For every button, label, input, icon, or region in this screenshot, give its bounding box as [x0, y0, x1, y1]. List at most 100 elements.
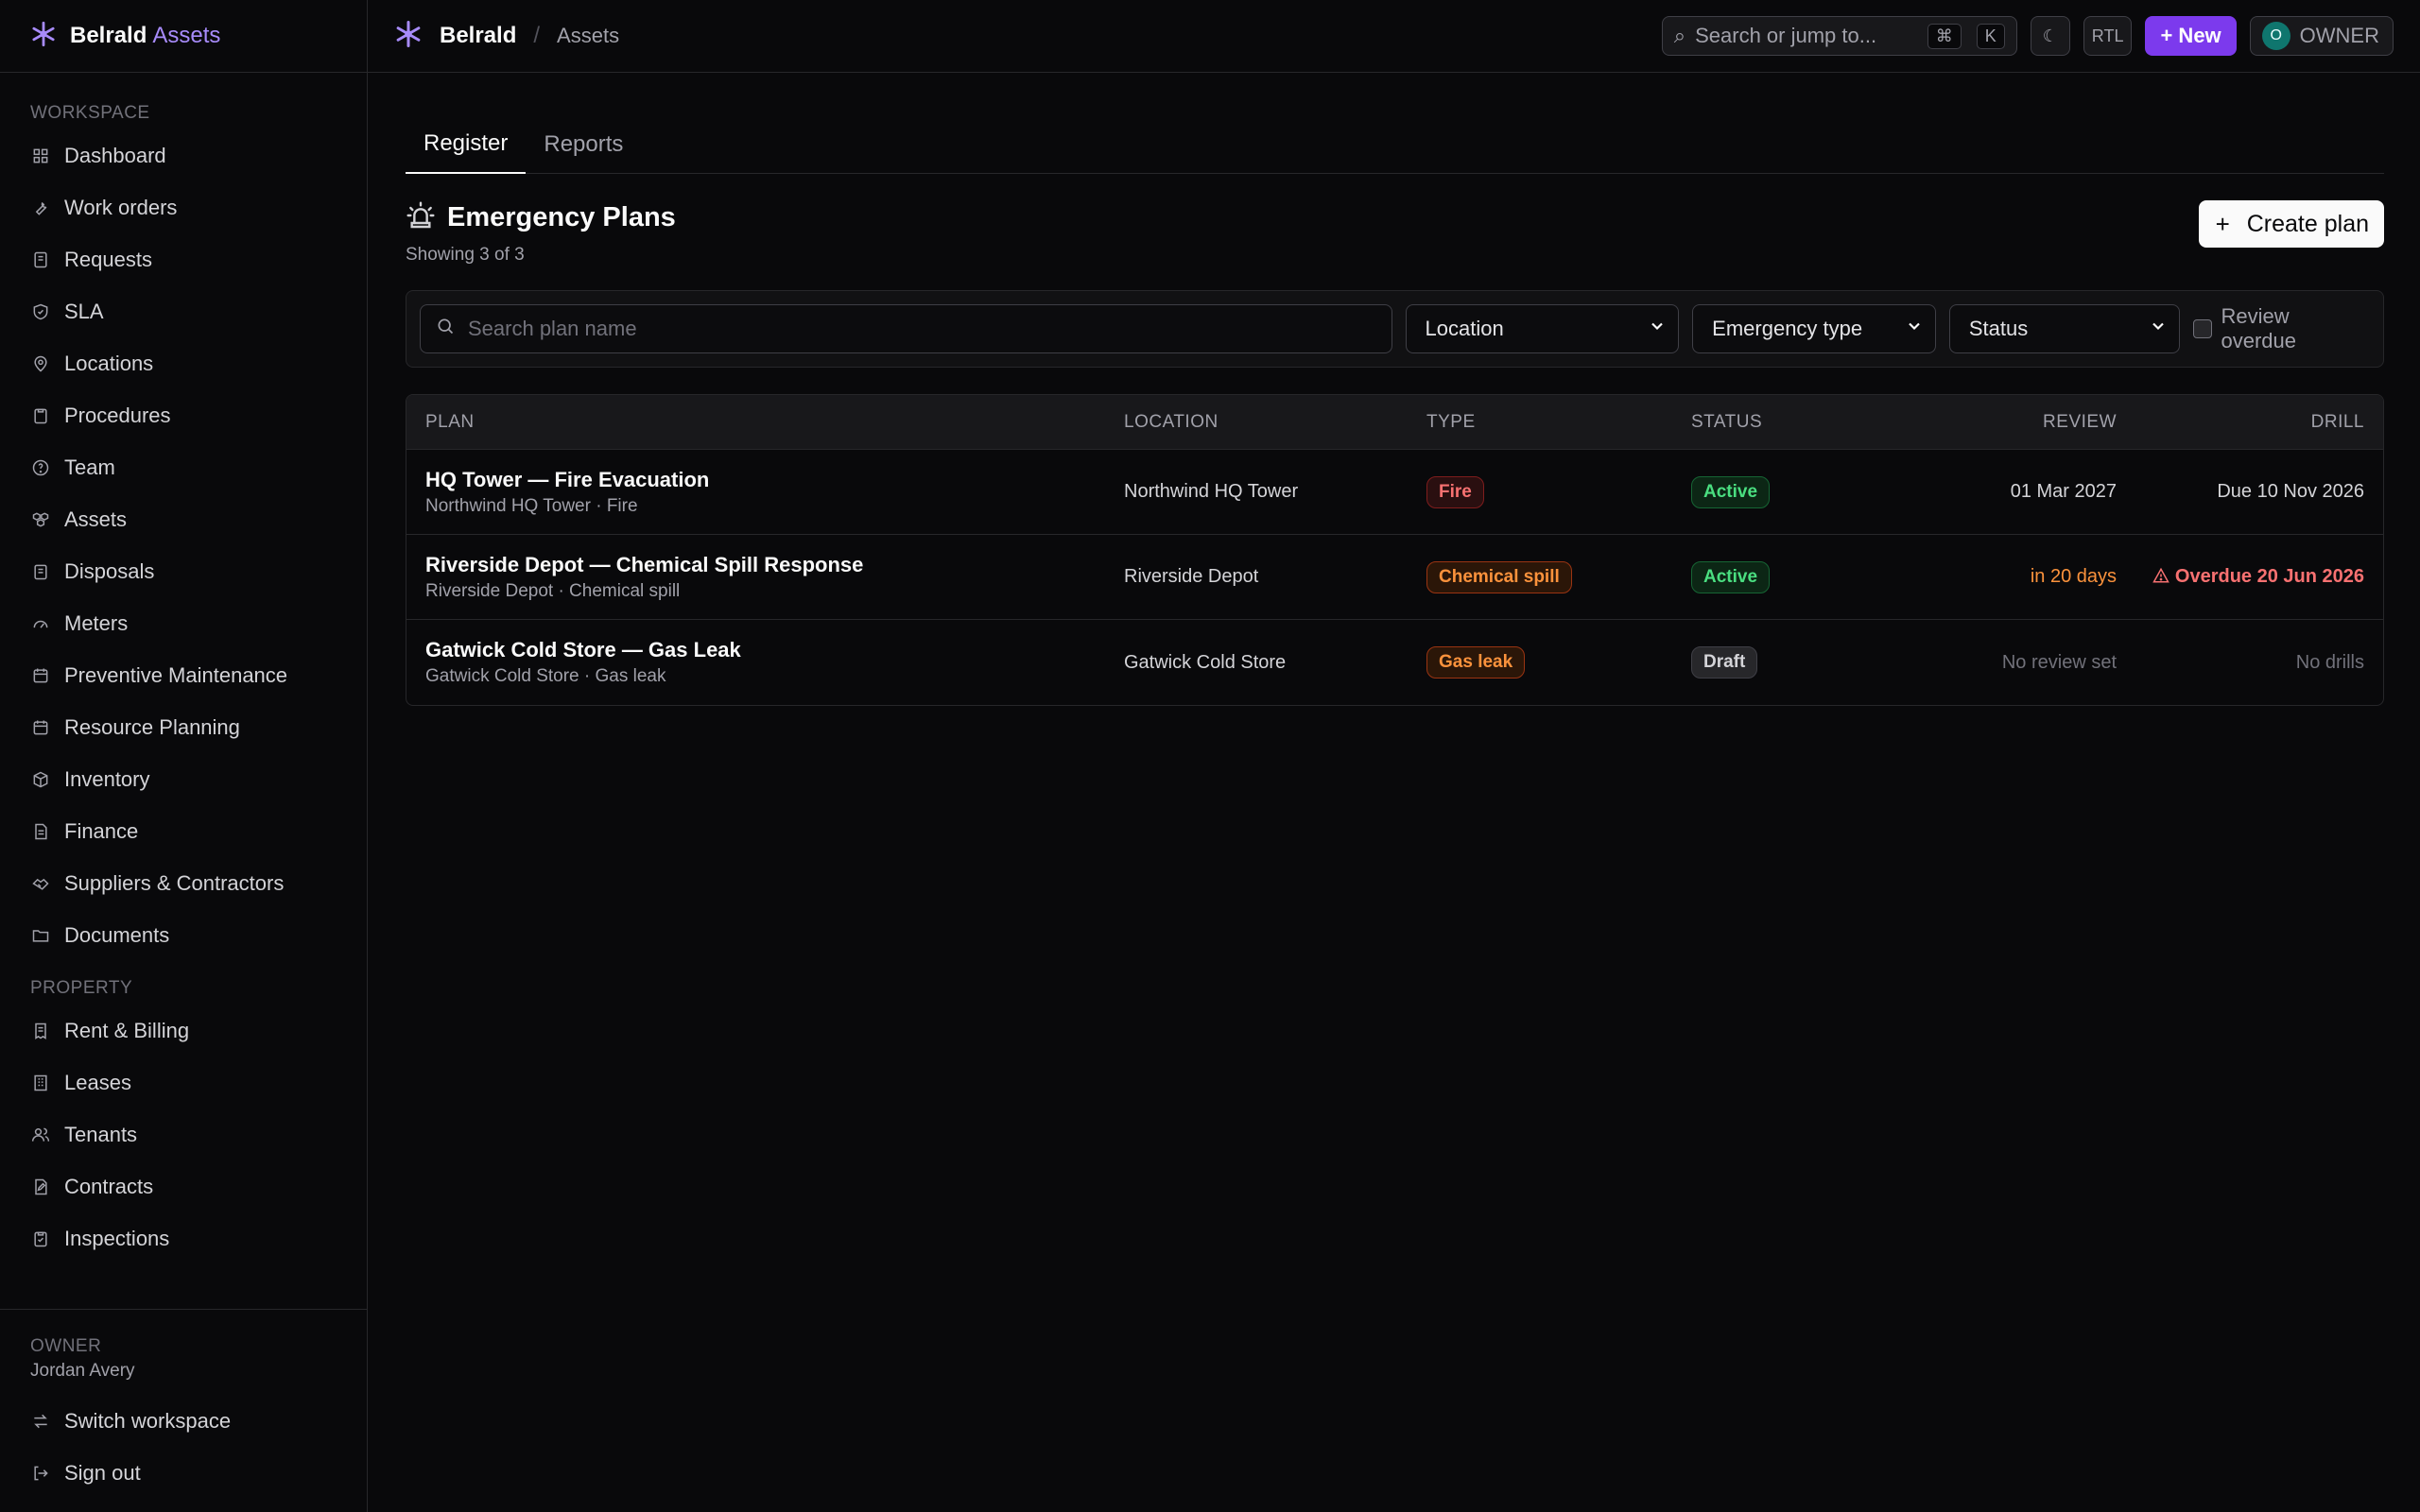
wrench-icon	[30, 198, 51, 218]
sign-out-label: Sign out	[64, 1460, 141, 1485]
section-label-property: PROPERTY	[30, 978, 133, 998]
column-header-review[interactable]: REVIEW	[1909, 412, 2117, 433]
sidebar-item-sla[interactable]: SLA	[0, 285, 367, 337]
sidebar-item-inspections[interactable]: Inspections	[0, 1212, 367, 1264]
plan-subtitle: Gatwick Cold Store · Gas leak	[425, 666, 666, 686]
emergency-type-select-value: Emergency type	[1712, 317, 1863, 340]
sidebar-item-label: Disposals	[64, 558, 155, 583]
global-search-placeholder: Search or jump to...	[1695, 24, 1877, 47]
grid-icon	[30, 146, 51, 166]
sidebar-item-label: Suppliers & Contractors	[64, 870, 285, 895]
create-plan-button[interactable]: + Create plan	[2198, 200, 2384, 248]
trash-icon	[30, 561, 51, 582]
gauge-icon	[30, 613, 51, 634]
chevron-down-icon	[1648, 317, 1667, 341]
pin-icon	[30, 353, 51, 374]
review-overdue-checkbox[interactable]	[2192, 319, 2212, 338]
column-header-status[interactable]: STATUS	[1691, 412, 1909, 433]
sidebar-item-label: SLA	[64, 299, 104, 323]
sidebar-item-label: Team	[64, 455, 115, 479]
sidebar-item-suppliers-and-contractors[interactable]: Suppliers & Contractors	[0, 857, 367, 909]
snowflake-logo-icon	[30, 21, 57, 52]
handshake-icon	[30, 873, 51, 894]
type-badge: Chemical spill	[1426, 560, 1572, 593]
global-search[interactable]: ⌕ Search or jump to... ⌘ K	[1661, 16, 2017, 56]
sidebar-item-locations[interactable]: Locations	[0, 337, 367, 389]
brand[interactable]: Belrald Assets	[0, 0, 367, 73]
new-button[interactable]: + New	[2145, 16, 2237, 56]
tab-reports[interactable]: Reports	[526, 114, 641, 174]
sidebar-item-disposals[interactable]: Disposals	[0, 545, 367, 597]
plan-location: Riverside Depot	[1124, 566, 1259, 587]
tab-bar: Register Reports	[406, 114, 2384, 174]
column-header-type[interactable]: TYPE	[1426, 412, 1691, 433]
chevron-down-icon	[2149, 317, 2168, 341]
column-header-drill[interactable]: DRILL	[2117, 412, 2383, 433]
breadcrumb-root[interactable]: Belrald	[440, 23, 516, 49]
column-header-plan[interactable]: PLAN	[406, 412, 1124, 433]
sidebar-item-dashboard[interactable]: Dashboard	[0, 129, 367, 181]
sidebar-item-resource-planning[interactable]: Resource Planning	[0, 701, 367, 753]
plan-location: Northwind HQ Tower	[1124, 481, 1299, 502]
inbox-icon	[30, 249, 51, 270]
plan-name[interactable]: HQ Tower — Fire Evacuation	[425, 468, 1124, 492]
sidebar-item-requests[interactable]: Requests	[0, 233, 367, 285]
sidebar-item-preventive-maintenance[interactable]: Preventive Maintenance	[0, 649, 367, 701]
arrows-swap-icon	[30, 1411, 51, 1432]
sidebar-item-label: Dashboard	[64, 143, 166, 167]
sidebar-item-meters[interactable]: Meters	[0, 597, 367, 649]
plans-table: PLAN LOCATION TYPE STATUS REVIEW DRILL H…	[406, 394, 2384, 706]
topbar: Belrald / Assets ⌕ Search or jump to... …	[368, 0, 2420, 73]
sidebar-item-tenants[interactable]: Tenants	[0, 1108, 367, 1160]
sidebar-item-assets[interactable]: Assets	[0, 493, 367, 545]
sidebar: Belrald Assets WORKSPACE Dashboard Work or…	[0, 0, 368, 1512]
emergency-type-select[interactable]: Emergency type	[1692, 304, 1936, 353]
brand-name: Belrald	[70, 23, 147, 48]
column-header-location[interactable]: LOCATION	[1124, 412, 1426, 433]
sidebar-item-finance[interactable]: Finance	[0, 805, 367, 857]
sidebar-item-label: Contracts	[64, 1174, 154, 1198]
sidebar-item-team[interactable]: Team	[0, 441, 367, 493]
tab-register[interactable]: Register	[406, 114, 527, 174]
sidebar-item-label: Procedures	[64, 403, 171, 427]
sidebar-item-leases[interactable]: Leases	[0, 1057, 367, 1108]
sign-out-button[interactable]: Sign out	[0, 1447, 367, 1499]
receipt-icon	[30, 1021, 51, 1041]
sidebar-item-label: Meters	[64, 610, 129, 635]
drill-date: No drills	[2295, 651, 2364, 673]
table-row[interactable]: Gatwick Cold Store — Gas Leak Gatwick Co…	[406, 620, 2383, 705]
plan-search-input[interactable]: Search plan name	[420, 304, 1392, 353]
review-overdue-label: Review overdue	[2221, 304, 2297, 352]
clipboard-check-icon	[30, 1228, 51, 1249]
account-role: OWNER	[2299, 24, 2379, 47]
shortcut-cmd: ⌘	[1927, 23, 1962, 49]
sidebar-item-contracts[interactable]: Contracts	[0, 1160, 367, 1212]
location-select[interactable]: Location	[1405, 304, 1680, 353]
sidebar-item-inventory[interactable]: Inventory	[0, 753, 367, 805]
sidebar-item-label: Work orders	[64, 195, 178, 219]
sidebar-item-procedures[interactable]: Procedures	[0, 389, 367, 441]
table-row[interactable]: HQ Tower — Fire Evacuation Northwind HQ …	[406, 450, 2383, 535]
chevron-down-icon	[1905, 317, 1924, 341]
account-menu-button[interactable]: O OWNER	[2249, 16, 2394, 56]
sidebar-item-work-orders[interactable]: Work orders	[0, 181, 367, 233]
sidebar-item-rent-and-billing[interactable]: Rent & Billing	[0, 1005, 367, 1057]
calendar-icon	[30, 665, 51, 686]
folder-icon	[30, 925, 51, 946]
sidebar-item-documents[interactable]: Documents	[0, 909, 367, 961]
sidebar-item-label: Finance	[64, 818, 139, 843]
rtl-toggle-button[interactable]: RTL	[2083, 16, 2133, 56]
plan-name[interactable]: Riverside Depot — Chemical Spill Respons…	[425, 553, 1124, 577]
status-select[interactable]: Status	[1948, 304, 2180, 353]
file-icon	[30, 821, 51, 842]
drill-date: Overdue 20 Jun 2026	[2174, 566, 2364, 587]
theme-toggle-button[interactable]: ☾	[2030, 16, 2070, 56]
switch-workspace-label: Switch workspace	[64, 1408, 232, 1433]
review-overdue-filter[interactable]: Review overdue	[2192, 304, 2370, 353]
switch-workspace-button[interactable]: Switch workspace	[0, 1395, 367, 1447]
plan-name[interactable]: Gatwick Cold Store — Gas Leak	[425, 638, 1124, 662]
breadcrumb-current: Assets	[557, 24, 620, 47]
file-edit-icon	[30, 1177, 51, 1197]
review-date: 01 Mar 2027	[2010, 481, 2117, 502]
table-row[interactable]: Riverside Depot — Chemical Spill Respons…	[406, 535, 2383, 620]
